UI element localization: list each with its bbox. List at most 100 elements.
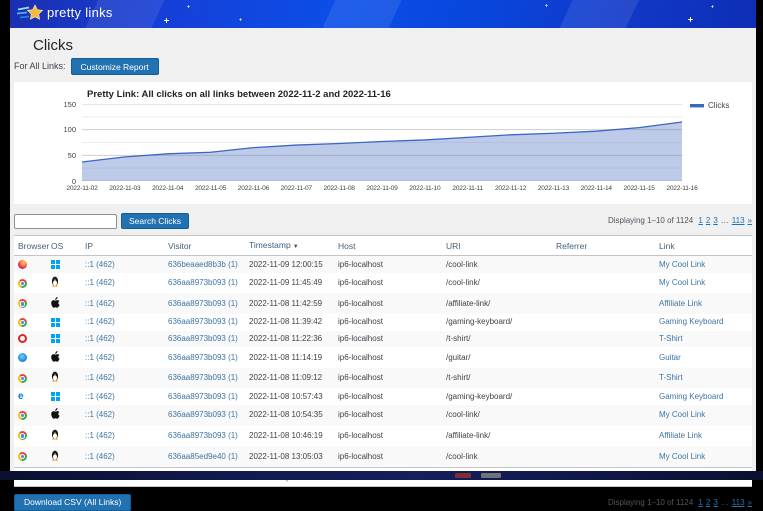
y-axis-tick: 150 bbox=[50, 100, 76, 109]
cell-link-link[interactable]: T-Shirt bbox=[659, 334, 683, 343]
column-header-visitor[interactable]: Visitor bbox=[164, 236, 245, 256]
cell-referrer bbox=[552, 293, 655, 314]
cell-link-link[interactable]: T-Shirt bbox=[659, 373, 683, 382]
cell-uri: /guitar/ bbox=[442, 347, 552, 368]
page-link-next[interactable]: » bbox=[748, 498, 752, 507]
cell-visitor: 636aa8973b093 (1) bbox=[164, 293, 245, 314]
cell-visitor-link[interactable]: 636aa8973b093 (1) bbox=[168, 392, 238, 401]
cell-visitor-link[interactable]: 636beaaed8b3b (1) bbox=[168, 260, 238, 269]
cell-link: T-Shirt bbox=[655, 368, 752, 389]
clicks-series-swatch bbox=[690, 104, 704, 108]
table-row: e::1 (462)636aa8973b093 (1)2022-11-08 10… bbox=[14, 388, 752, 405]
x-axis-tick: 2022-11-04 bbox=[146, 185, 190, 193]
chrome-icon bbox=[18, 411, 27, 420]
cell-ip-link[interactable]: ::1 (462) bbox=[85, 278, 115, 287]
x-axis-tick: 2022-11-02 bbox=[60, 185, 104, 193]
cell-link-link[interactable]: My Cool Link bbox=[659, 260, 705, 269]
page-link-last[interactable]: 113 bbox=[732, 216, 745, 225]
cell-visitor-link[interactable]: 636aa8973b093 (1) bbox=[168, 353, 238, 362]
page-link-1[interactable]: 1 bbox=[698, 498, 702, 507]
column-header-browser[interactable]: Browser bbox=[14, 236, 47, 256]
column-header-link[interactable]: Link bbox=[655, 236, 752, 256]
customize-report-button[interactable]: Customize Report bbox=[71, 58, 159, 75]
cell-referrer bbox=[552, 331, 655, 348]
pagination-links: 123…113» bbox=[695, 216, 752, 225]
cell-uri: /gaming-keyboard/ bbox=[442, 314, 552, 331]
cell-ip-link[interactable]: ::1 (462) bbox=[85, 260, 115, 269]
cell-host: ip6-localhost bbox=[334, 347, 442, 368]
cell-ip-link[interactable]: ::1 (462) bbox=[85, 410, 115, 419]
cell-os bbox=[47, 293, 81, 314]
cell-ip-link[interactable]: ::1 (462) bbox=[85, 334, 115, 343]
cell-host-text: ip6-localhost bbox=[338, 353, 383, 362]
cell-link-link[interactable]: My Cool Link bbox=[659, 452, 705, 461]
cell-uri-text: /gaming-keyboard/ bbox=[446, 392, 512, 401]
cell-ip: ::1 (462) bbox=[81, 314, 164, 331]
column-header-timestamp[interactable]: Timestamp▼ bbox=[245, 236, 334, 256]
column-header-host[interactable]: Host bbox=[334, 236, 442, 256]
cell-visitor-link[interactable]: 636aa8973b093 (1) bbox=[168, 431, 238, 440]
cell-timestamp-text: 2022-11-08 11:39:42 bbox=[249, 317, 322, 326]
x-axis-tick: 2022-11-16 bbox=[660, 185, 704, 193]
sparkle-icon bbox=[239, 18, 242, 21]
column-header-referrer[interactable]: Referrer bbox=[552, 236, 655, 256]
page-link-3[interactable]: 3 bbox=[713, 216, 717, 225]
page-link-2[interactable]: 2 bbox=[706, 216, 710, 225]
cell-visitor-link[interactable]: 636aa8973b093 (1) bbox=[168, 373, 238, 382]
cell-link-link[interactable]: Affiliate Link bbox=[659, 299, 702, 308]
cell-link: Guitar bbox=[655, 347, 752, 368]
cell-visitor-link[interactable]: 636aa8973b093 (1) bbox=[168, 410, 238, 419]
pretty-links-logo[interactable]: pretty links bbox=[17, 4, 113, 22]
x-axis-tick: 2022-11-11 bbox=[446, 185, 490, 193]
cell-timestamp-text: 2022-11-08 11:14:19 bbox=[249, 353, 322, 362]
cell-visitor-link[interactable]: 636aa8973b093 (1) bbox=[168, 278, 238, 287]
cell-ip-link[interactable]: ::1 (462) bbox=[85, 392, 115, 401]
cell-ip-link[interactable]: ::1 (462) bbox=[85, 317, 115, 326]
cell-ip-link[interactable]: ::1 (462) bbox=[85, 373, 115, 382]
topbar: pretty links bbox=[10, 0, 756, 28]
cell-ip-link[interactable]: ::1 (462) bbox=[85, 353, 115, 362]
cell-link-link[interactable]: My Cool Link bbox=[659, 410, 705, 419]
cell-timestamp: 2022-11-08 11:42:59 bbox=[245, 293, 334, 314]
cell-ip: ::1 (462) bbox=[81, 273, 164, 294]
cell-link-link[interactable]: Gaming Keyboard bbox=[659, 317, 723, 326]
cell-ip-link[interactable]: ::1 (462) bbox=[85, 299, 115, 308]
linux-icon bbox=[51, 450, 59, 464]
x-axis-tick: 2022-11-14 bbox=[574, 185, 618, 193]
search-clicks-button[interactable]: Search Clicks bbox=[121, 213, 189, 229]
cell-visitor-link[interactable]: 636aa8973b093 (1) bbox=[168, 317, 238, 326]
cell-link-link[interactable]: Affiliate Link bbox=[659, 431, 702, 440]
cell-visitor-link[interactable]: 636aa85ed9e40 (1) bbox=[168, 452, 238, 461]
page-link-3[interactable]: 3 bbox=[713, 498, 717, 507]
chrome-icon bbox=[18, 374, 27, 383]
column-header-os[interactable]: OS bbox=[47, 236, 81, 256]
cell-ip-link[interactable]: ::1 (462) bbox=[85, 452, 115, 461]
page-link-1[interactable]: 1 bbox=[698, 216, 702, 225]
cell-ip: ::1 (462) bbox=[81, 331, 164, 348]
cell-timestamp-text: 2022-11-08 11:22:36 bbox=[249, 334, 322, 343]
cell-ip-link[interactable]: ::1 (462) bbox=[85, 431, 115, 440]
cell-visitor-link[interactable]: 636aa8973b093 (1) bbox=[168, 334, 238, 343]
cell-os bbox=[47, 256, 81, 273]
cell-os bbox=[47, 331, 81, 348]
cell-link-link[interactable]: Gaming Keyboard bbox=[659, 392, 723, 401]
cell-link-link[interactable]: Guitar bbox=[659, 353, 681, 362]
column-header-uri[interactable]: URI bbox=[442, 236, 552, 256]
page-link-2[interactable]: 2 bbox=[706, 498, 710, 507]
cell-timestamp: 2022-11-08 13:05:03 bbox=[245, 446, 334, 467]
cell-referrer bbox=[552, 368, 655, 389]
cell-visitor: 636aa8973b093 (1) bbox=[164, 331, 245, 348]
page-link-next[interactable]: » bbox=[748, 216, 752, 225]
edge-icon: e bbox=[18, 392, 24, 401]
column-header-ip[interactable]: IP bbox=[81, 236, 164, 256]
apple-icon bbox=[51, 297, 60, 311]
x-axis-tick: 2022-11-13 bbox=[531, 185, 575, 193]
download-csv-button[interactable]: Download CSV (All Links) bbox=[14, 494, 131, 511]
cell-host: ip6-localhost bbox=[334, 331, 442, 348]
cell-visitor-link[interactable]: 636aa8973b093 (1) bbox=[168, 299, 238, 308]
page-link-last[interactable]: 113 bbox=[732, 498, 745, 507]
cell-link-link[interactable]: My Cool Link bbox=[659, 278, 705, 287]
clicks-table: BrowserOSIPVisitorTimestamp▼HostURIRefer… bbox=[14, 235, 752, 487]
x-axis-tick: 2022-11-12 bbox=[489, 185, 533, 193]
search-input[interactable] bbox=[14, 214, 117, 229]
